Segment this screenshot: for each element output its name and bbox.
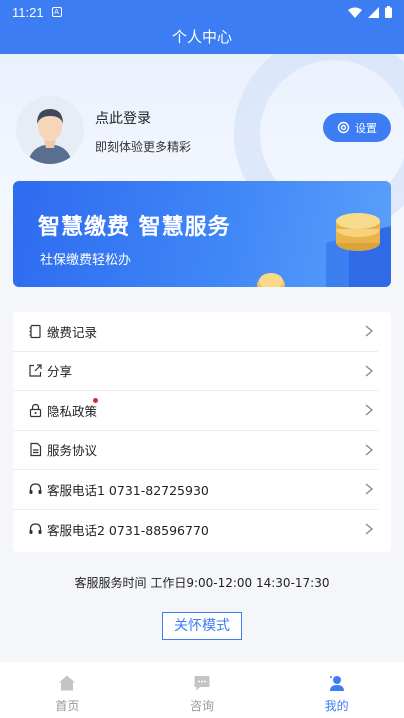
menu-item-privacy-policy[interactable]: 隐私政策 (13, 391, 378, 431)
status-bar: 11:21 A (0, 0, 404, 24)
menu-item-service-agreement[interactable]: 服务协议 (13, 431, 378, 470)
tab-mine[interactable]: 我的 (269, 662, 404, 718)
wifi-icon (348, 7, 362, 18)
status-time: 11:21 (12, 4, 44, 20)
menu-item-payment-records[interactable]: 缴费记录 (13, 312, 378, 352)
document-icon (28, 442, 43, 457)
menu-item-share[interactable]: 分享 (13, 352, 378, 391)
menu-item-label: 客服电话1 0731-82725930 (47, 482, 209, 498)
settings-button[interactable]: 设置 (323, 113, 391, 142)
login-title[interactable]: 点此登录 (95, 108, 151, 128)
user-icon (329, 676, 344, 691)
chevron-right-icon (365, 404, 374, 416)
menu-item-label: 缴费记录 (47, 324, 98, 340)
page-title: 个人中心 (171, 28, 232, 46)
promo-banner[interactable]: 智慧缴费 智慧服务 社保缴费轻松办 (13, 181, 391, 287)
chat-icon (194, 676, 210, 691)
chevron-right-icon (365, 444, 374, 455)
coins-illustration (257, 213, 391, 287)
menu-item-label: 隐私政策 (47, 403, 98, 419)
menu-item-hotline-2[interactable]: 客服电话2 0731-88596770 (13, 510, 378, 550)
tab-label: 咨询 (190, 699, 215, 713)
menu-item-hotline-1[interactable]: 客服电话1 0731-82725930 (13, 470, 378, 510)
care-mode-button[interactable]: 关怀模式 (162, 612, 242, 640)
tab-home[interactable]: 首页 (0, 662, 135, 718)
banner-subtitle: 社保缴费轻松办 (40, 253, 132, 268)
headset-icon (28, 482, 43, 497)
battery-icon (385, 6, 392, 18)
signal-icon (368, 6, 379, 18)
bottom-tab-bar: 首页 咨询 我的 (0, 662, 404, 718)
avatar[interactable] (16, 96, 84, 164)
share-icon (28, 363, 43, 378)
menu-item-label: 客服电话2 0731-88596770 (47, 522, 209, 538)
home-icon (59, 675, 76, 691)
tab-consult[interactable]: 咨询 (135, 662, 270, 718)
banner-title: 智慧缴费 智慧服务 (38, 215, 231, 240)
notification-dot (93, 398, 98, 403)
chevron-right-icon (365, 325, 374, 337)
page-header: 个人中心 (0, 24, 404, 54)
chevron-right-icon (365, 483, 374, 495)
settings-label: 设置 (355, 121, 377, 135)
notification-icon: A (51, 7, 62, 17)
chevron-right-icon (365, 365, 374, 376)
lock-icon (28, 403, 43, 418)
service-hours-text: 客服服务时间 工作日9:00-12:00 14:30-17:30 (74, 576, 330, 590)
menu-list: 缴费记录 分享 隐私政策 服务协议 客服电话1 0731-82725930 客服… (13, 312, 391, 552)
login-subtitle: 即刻体验更多精彩 (95, 140, 192, 154)
chevron-right-icon (365, 523, 374, 534)
menu-item-label: 服务协议 (47, 443, 98, 459)
menu-item-label: 分享 (47, 364, 73, 380)
tab-label: 首页 (55, 699, 80, 713)
headset-icon (28, 522, 43, 537)
tab-label: 我的 (324, 699, 349, 713)
receipt-icon (28, 324, 43, 339)
gear-icon (337, 121, 350, 134)
avatar-illustration (16, 96, 84, 164)
status-icons (348, 6, 392, 18)
